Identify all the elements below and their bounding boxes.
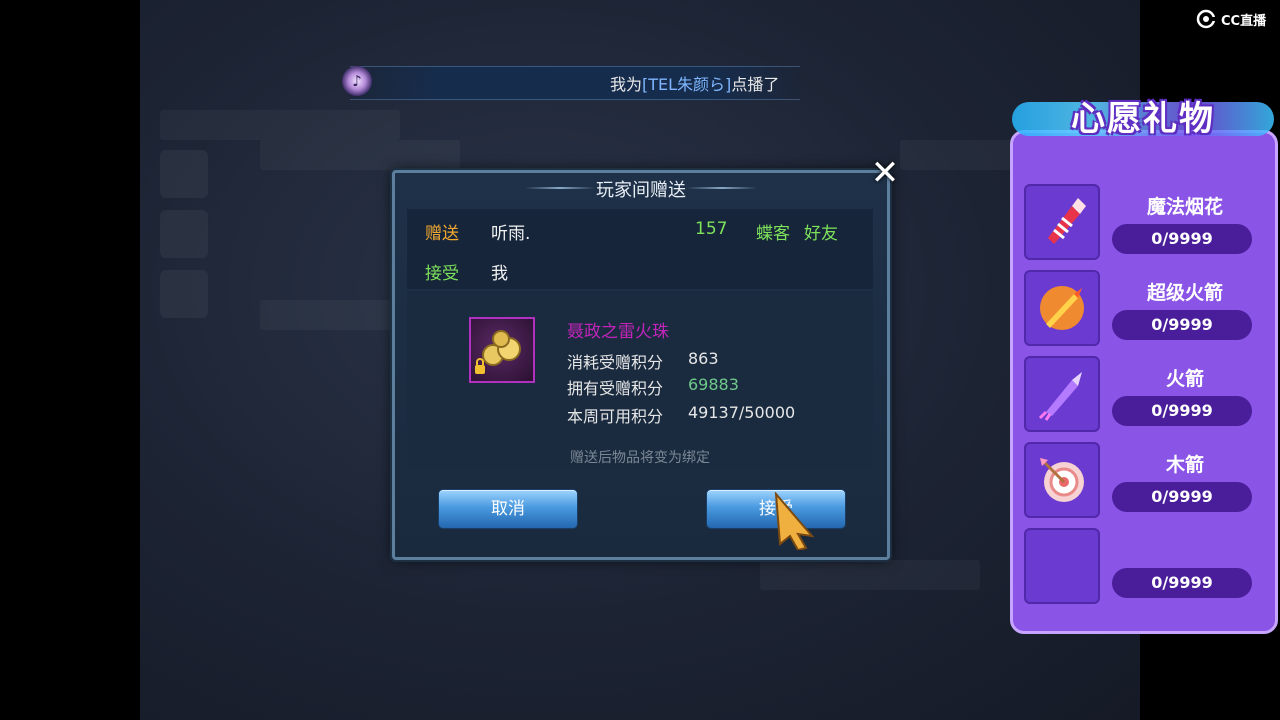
fire-orb-icon[interactable] [469, 317, 535, 383]
receiver-name: 我 [491, 264, 508, 284]
cursor-icon [774, 492, 815, 550]
sender-level: 157 [695, 219, 728, 239]
stat-cost-value: 863 [688, 349, 719, 368]
broadcast-banner: ♪ 我为[TEL朱颜ら]点播了 [330, 58, 800, 104]
wish-gift-panel: 心愿礼物 魔法烟花 0/9999 超级火箭 0/9999 火箭 0/9999 木… [1008, 88, 1278, 634]
broadcast-text: 我为[TEL朱颜ら]点播了 [610, 71, 779, 95]
fire-orb-graphic [475, 330, 521, 374]
stat-weekly: 本周可用积分 49137/50000 [567, 403, 795, 427]
cc-live-logo: CC直播 [1196, 8, 1266, 30]
empty-slot [1024, 528, 1100, 604]
broadcast-player-tag[interactable]: [TEL朱颜ら] [642, 75, 731, 94]
stat-owned: 拥有受赠积分 69883 [567, 375, 739, 399]
rocket-icon [1024, 356, 1100, 432]
sender-relation: 好友 [804, 224, 838, 244]
stat-owned-label: 拥有受赠积分 [567, 379, 664, 398]
gift-count: 0/9999 [1112, 224, 1252, 254]
background-icon [160, 270, 208, 318]
wood-arrow-icon [1024, 442, 1100, 518]
close-icon[interactable]: ✕ [868, 156, 902, 190]
receiver-label: 接受 [425, 264, 459, 284]
background-icon [160, 150, 208, 198]
broadcast-suffix: 点播了 [731, 75, 780, 94]
sender-class: 蝶客 [756, 224, 790, 244]
sender-label: 赠送 [425, 224, 459, 244]
wish-title: 心愿礼物 [1071, 99, 1215, 139]
gift-count: 0/9999 [1112, 568, 1252, 598]
gift-name: 超级火箭 [1146, 282, 1223, 304]
wish-gift-item[interactable]: 木箭 0/9999 [1024, 442, 1264, 520]
receiver-row: 接受 我 [425, 259, 508, 284]
background-panel [160, 110, 400, 140]
gift-count: 0/9999 [1112, 310, 1252, 340]
item-name: 聂政之雷火珠 [567, 322, 669, 342]
stat-weekly-value: 49137/50000 [688, 403, 796, 422]
sender-name: 听雨. [491, 224, 531, 244]
bind-hint: 赠送后物品将变为绑定 [570, 450, 710, 466]
cancel-button[interactable]: 取消 [438, 489, 578, 529]
gift-name: 火箭 [1165, 368, 1204, 390]
background-panel [260, 140, 460, 170]
stat-cost-label: 消耗受赠积分 [567, 353, 664, 372]
gift-count: 0/9999 [1112, 396, 1252, 426]
wish-gift-item[interactable]: 0/9999 [1024, 528, 1264, 606]
firework-icon [1024, 184, 1100, 260]
stat-weekly-label: 本周可用积分 [567, 407, 664, 426]
background-icon [160, 210, 208, 258]
background-panel [760, 560, 980, 590]
gift-name: 木箭 [1165, 454, 1204, 476]
wish-gift-item[interactable]: 火箭 0/9999 [1024, 356, 1264, 434]
dialog-title: 玩家间赠送 [596, 180, 686, 201]
broadcast-prefix: 我为 [610, 75, 643, 94]
stat-owned-value: 69883 [688, 375, 739, 394]
cc-logo-icon [1196, 9, 1218, 29]
music-disc-icon[interactable]: ♪ [342, 66, 372, 96]
gift-count: 0/9999 [1112, 482, 1252, 512]
gift-item-panel: 聂政之雷火珠 消耗受赠积分 863 拥有受赠积分 69883 本周可用积分 49… [407, 291, 873, 469]
wish-gift-item[interactable]: 超级火箭 0/9999 [1024, 270, 1264, 348]
gift-name: 魔法烟花 [1146, 196, 1223, 218]
wish-gift-item[interactable]: 魔法烟花 0/9999 [1024, 184, 1264, 262]
sender-row: 赠送 听雨. 157 蝶客 好友 [425, 219, 838, 244]
gift-info-panel: 赠送 听雨. 157 蝶客 好友 接受 我 [407, 209, 873, 289]
logo-text: CC直播 [1221, 13, 1267, 29]
stat-cost: 消耗受赠积分 863 [567, 349, 719, 373]
super-rocket-icon [1024, 270, 1100, 346]
